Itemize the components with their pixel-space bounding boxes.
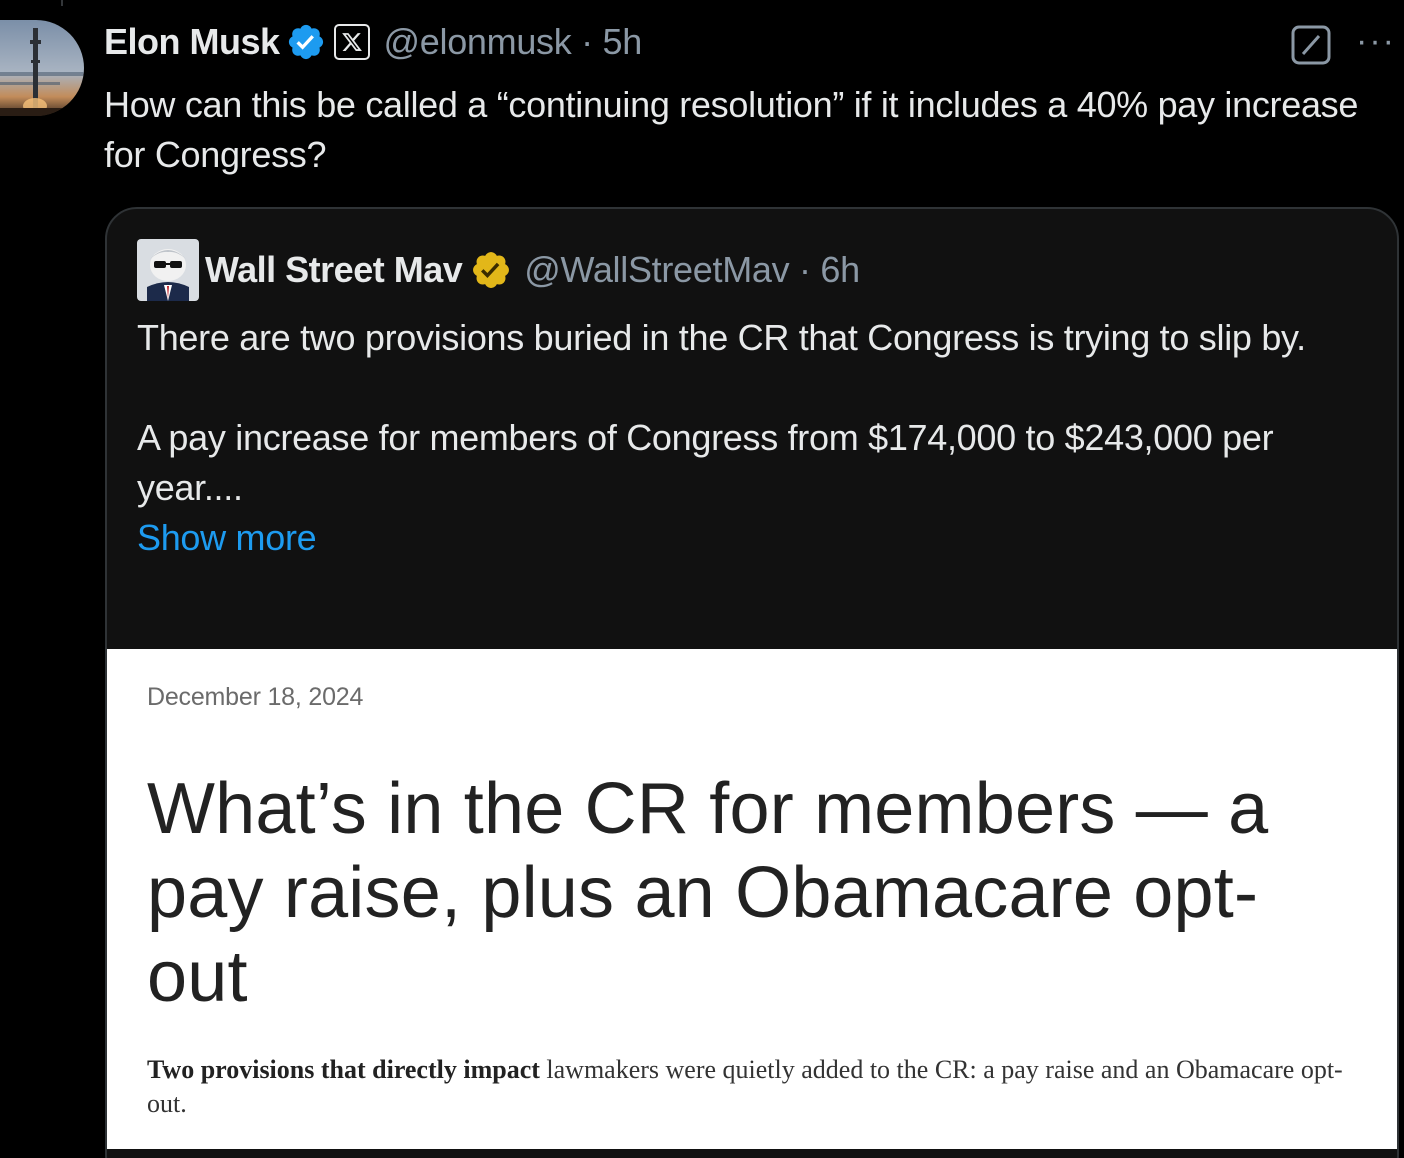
verified-badge-icon (288, 24, 323, 60)
article-subheading: Two provisions that directly impact lawm… (147, 1053, 1347, 1121)
quoted-tweet-card[interactable]: Wall Street Mav @WallStreetMav · 6h Ther… (105, 207, 1399, 1158)
show-more-link[interactable]: Show more (137, 513, 1377, 563)
thread-connector-line (61, 0, 63, 6)
quoted-media-image[interactable]: December 18, 2024 What’s in the CR for m… (107, 649, 1397, 1149)
author-name[interactable]: Elon Musk (104, 21, 280, 63)
more-options-icon[interactable]: ··· (1356, 24, 1402, 58)
article-subheading-bold: Two provisions that directly impact (147, 1055, 540, 1084)
grok-icon[interactable] (1291, 25, 1331, 65)
article-headline: What’s in the CR for members — a pay rai… (147, 769, 1269, 1017)
gold-verified-badge-icon (473, 252, 510, 288)
quoted-paragraph-1: There are two provisions buried in the C… (137, 317, 1306, 358)
quoted-author-avatar[interactable] (137, 239, 199, 301)
author-handle-time[interactable]: @elonmusk · 5h (384, 21, 643, 63)
article-date: December 18, 2024 (147, 683, 364, 711)
quoted-paragraph-2: A pay increase for members of Congress f… (137, 417, 1274, 508)
quoted-author-name[interactable]: Wall Street Mav (205, 249, 463, 291)
quoted-author-handle-time[interactable]: @WallStreetMav · 6h (524, 249, 860, 291)
quoted-tweet-text: There are two provisions buried in the C… (137, 313, 1377, 563)
quoted-tweet-header: Wall Street Mav @WallStreetMav · 6h (205, 245, 860, 295)
tweet-text: How can this be called a “continuing res… (104, 84, 1359, 175)
author-avatar[interactable] (0, 20, 84, 116)
tweet-header: Elon Musk @elonmusk · 5h (104, 18, 642, 66)
x-logo-icon[interactable] (333, 24, 370, 60)
